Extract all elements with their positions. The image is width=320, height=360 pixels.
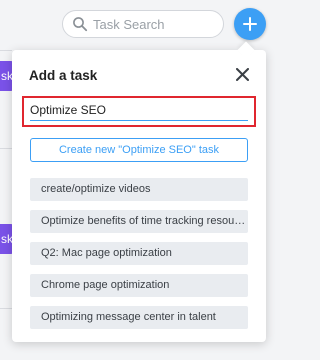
task-search-input[interactable] — [93, 16, 213, 32]
background-divider — [0, 50, 12, 51]
task-suggestion[interactable]: Chrome page optimization — [30, 274, 248, 297]
background-divider — [0, 148, 12, 149]
task-name-input[interactable] — [30, 101, 248, 121]
plus-icon — [243, 17, 257, 31]
close-button[interactable] — [231, 63, 253, 85]
close-icon — [235, 67, 249, 81]
task-suggestion[interactable]: Optimizing message center in talent — [30, 306, 248, 329]
add-task-button[interactable] — [234, 8, 266, 40]
task-search-box[interactable] — [62, 10, 224, 38]
search-icon — [72, 16, 88, 32]
task-suggestion[interactable]: create/optimize videos — [30, 178, 248, 201]
add-task-popover: Add a task Create new "Optimize SEO" tas… — [12, 50, 266, 342]
popover-title: Add a task — [29, 68, 98, 83]
task-suggestion[interactable]: Optimize benefits of time tracking resou… — [30, 210, 248, 233]
create-task-button[interactable]: Create new "Optimize SEO" task — [30, 138, 248, 162]
task-suggestion[interactable]: Q2: Mac page optimization — [30, 242, 248, 265]
background-divider — [0, 308, 12, 309]
task-suggestion-list: create/optimize videos Optimize benefits… — [30, 178, 248, 338]
